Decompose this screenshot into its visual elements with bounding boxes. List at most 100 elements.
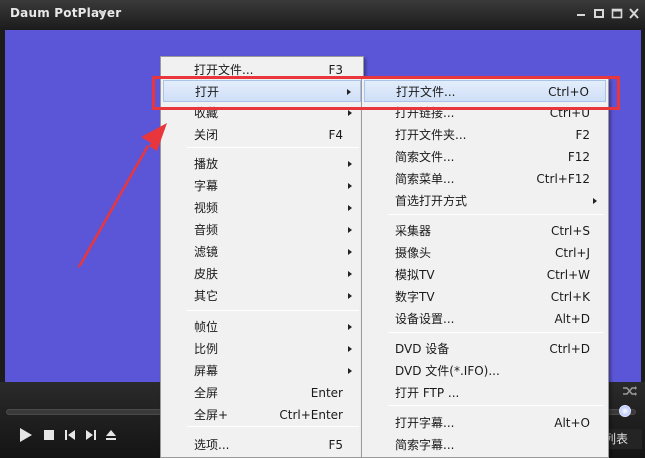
menu-item-label: 音频 [194, 223, 219, 237]
submenu-item[interactable]: 模拟TV Ctrl+W [364, 264, 606, 286]
menu-item-label: 选项... [194, 438, 230, 452]
submenu-item-shortcut: F2 [575, 128, 590, 142]
submenu-item[interactable]: DVD 文件(*.IFO)... [364, 360, 606, 382]
submenu-item[interactable]: 采集器 Ctrl+S [364, 220, 606, 242]
menu-separator [187, 426, 359, 427]
submenu-item-label: 模拟TV [395, 268, 435, 282]
menu-item[interactable]: 选项... F5 [163, 434, 361, 456]
eject-icon [106, 430, 116, 440]
submenu-arrow-icon [348, 271, 352, 277]
previous-icon [65, 430, 75, 440]
menu-item-label: 其它 [194, 289, 219, 303]
menu-item[interactable]: 屏幕 [163, 360, 361, 382]
submenu-item-shortcut: Alt+D [554, 312, 590, 326]
menu-item[interactable]: 播放 [163, 153, 361, 175]
menu-item-shortcut: F3 [328, 63, 343, 77]
submenu-item[interactable]: 打开文件夹... F2 [364, 124, 606, 146]
submenu-item-label: 采集器 [395, 224, 432, 238]
menu-item-label: 播放 [194, 157, 219, 171]
submenu-item-shortcut: Ctrl+S [550, 224, 590, 238]
submenu-item[interactable]: 首选打开方式 [364, 190, 606, 212]
menu-item-label: 帧位 [194, 320, 219, 334]
menu-item[interactable]: 滤镜 [163, 241, 361, 263]
menu-item[interactable]: 全屏 Enter [163, 382, 361, 404]
menu-item-label: 关闭 [194, 128, 219, 142]
submenu-item-label: 打开字幕... [395, 416, 455, 430]
submenu-item[interactable]: 摄像头 Ctrl+J [364, 242, 606, 264]
title-menu-caret-icon[interactable] [98, 11, 106, 16]
submenu-item-shortcut: Ctrl+W [546, 268, 590, 282]
submenu-item[interactable]: 简索文件... F12 [364, 146, 606, 168]
submenu-item-label: DVD 文件(*.IFO)... [395, 364, 500, 378]
menu-item-shortcut: F5 [328, 438, 343, 452]
menu-item[interactable]: 关闭 F4 [163, 124, 361, 146]
menu-separator [187, 147, 359, 148]
menu-item-label: 视频 [194, 201, 219, 215]
submenu-arrow-icon [348, 293, 352, 299]
submenu-item-label: DVD 设备 [395, 342, 450, 356]
menu-separator [388, 332, 604, 333]
menu-item-label: 比例 [194, 342, 219, 356]
close-icon[interactable] [627, 7, 641, 20]
submenu-arrow-icon [348, 368, 352, 374]
pin-icon[interactable] [574, 7, 588, 20]
submenu-item[interactable]: 简索字幕... [364, 434, 606, 456]
minimize-icon[interactable] [592, 7, 606, 20]
submenu-item-shortcut: Ctrl+K [550, 290, 590, 304]
submenu-arrow-icon [593, 198, 597, 204]
next-button[interactable] [82, 426, 100, 444]
submenu-item-shortcut: Alt+O [554, 416, 590, 430]
submenu-item[interactable]: 打开 FTP ... [364, 382, 606, 404]
submenu-item[interactable]: 打开字幕... Alt+O [364, 412, 606, 434]
context-menu: 打开文件... F3 打开 收藏 关闭 F4 播放 字幕 视频 音频 滤镜 皮肤 其它 帧位 比例 屏幕 全屏 E… [160, 56, 364, 458]
submenu-item[interactable]: 设备设置... Alt+D [364, 308, 606, 330]
highlight-annotation-box [152, 76, 620, 110]
previous-button[interactable] [61, 426, 79, 444]
menu-item-label: 字幕 [194, 179, 219, 193]
menu-item-label: 全屏+ [194, 408, 229, 422]
submenu-arrow-icon [348, 227, 352, 233]
submenu-item-label: 打开 FTP ... [395, 386, 460, 400]
menu-item[interactable]: 比例 [163, 338, 361, 360]
maximize-icon[interactable] [610, 7, 624, 20]
submenu-item-shortcut: Ctrl+D [549, 342, 590, 356]
open-submenu: 打开文件... Ctrl+O 打开链接... Ctrl+U 打开文件夹... F2 简索文件… [361, 78, 609, 458]
menu-item[interactable]: 帧位 [163, 316, 361, 338]
submenu-item[interactable]: 数字TV Ctrl+K [364, 286, 606, 308]
menu-item[interactable]: 皮肤 [163, 263, 361, 285]
menu-item[interactable]: 视频 [163, 197, 361, 219]
submenu-item-label: 打开文件夹... [395, 128, 467, 142]
submenu-arrow-icon [348, 161, 352, 167]
submenu-item[interactable]: 简索菜单... Ctrl+F12 [364, 168, 606, 190]
shuffle-icon[interactable] [622, 384, 638, 398]
submenu-item-shortcut: F12 [567, 150, 590, 164]
menu-item-label: 屏幕 [194, 364, 219, 378]
submenu-arrow-icon [348, 183, 352, 189]
submenu-arrow-icon [348, 346, 352, 352]
play-button[interactable] [16, 426, 34, 444]
stop-button[interactable] [40, 426, 58, 444]
menu-item-label: 皮肤 [194, 267, 219, 281]
submenu-item-label: 数字TV [395, 290, 435, 304]
menu-separator [187, 310, 359, 311]
seek-handle[interactable] [619, 405, 631, 417]
menu-item-shortcut: F4 [328, 128, 343, 142]
submenu-item-label: 简索文件... [395, 150, 455, 164]
submenu-arrow-icon [348, 110, 352, 116]
submenu-item-shortcut: Ctrl+J [555, 246, 590, 260]
menu-item-shortcut: Ctrl+Enter [279, 408, 343, 422]
submenu-item-label: 摄像头 [395, 246, 432, 260]
menu-item[interactable]: 其它 [163, 285, 361, 307]
submenu-item-label: 设备设置... [395, 312, 455, 326]
next-icon [86, 430, 96, 440]
menu-item[interactable]: 音频 [163, 219, 361, 241]
submenu-item-label: 简索菜单... [395, 172, 455, 186]
title-bar[interactable]: Daum PotPlayer [0, 0, 645, 28]
submenu-arrow-icon [348, 205, 352, 211]
submenu-item[interactable]: DVD 设备 Ctrl+D [364, 338, 606, 360]
menu-item[interactable]: 全屏+ Ctrl+Enter [163, 404, 361, 426]
menu-item[interactable]: 字幕 [163, 175, 361, 197]
submenu-arrow-icon [348, 324, 352, 330]
eject-button[interactable] [102, 426, 120, 444]
menu-item-shortcut: Enter [310, 386, 343, 400]
